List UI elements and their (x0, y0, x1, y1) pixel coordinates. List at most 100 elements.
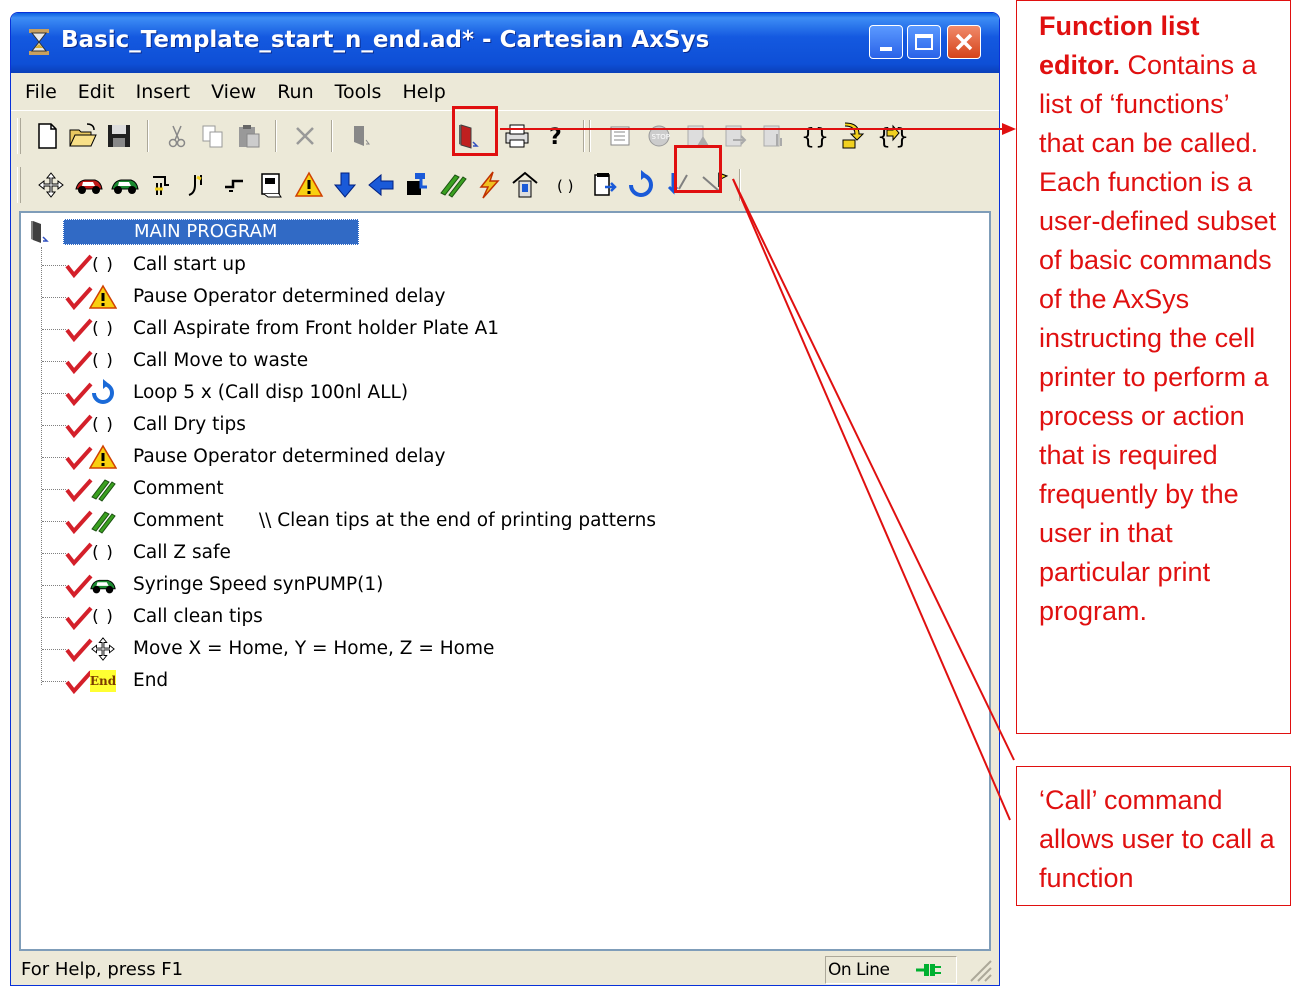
save-button[interactable] (103, 120, 135, 152)
main-program-label[interactable]: MAIN PROGRAM (63, 219, 359, 245)
toolbar-grip[interactable] (17, 118, 21, 154)
call-command-highlight (674, 145, 722, 193)
loop-icon (629, 170, 653, 197)
toolbar-separator (583, 120, 585, 152)
braces-button[interactable]: {} (797, 120, 829, 152)
annotation-body: ‘Call’ command allows user to call a fun… (1039, 785, 1275, 893)
cut-button[interactable] (161, 120, 193, 152)
tree-connector (42, 585, 66, 586)
z-move-button[interactable] (219, 169, 251, 201)
tree-item-label: Pause Operator determined delay (133, 286, 446, 307)
menu-run[interactable]: Run (277, 81, 313, 103)
help-question-icon: ? (549, 125, 562, 150)
menu-help[interactable]: Help (402, 81, 445, 103)
print-button[interactable] (501, 120, 533, 152)
tree-connector (42, 297, 66, 298)
list-step-icon (610, 126, 630, 146)
tree-connector (42, 617, 66, 618)
menu-file[interactable]: File (25, 81, 57, 103)
home-button[interactable] (509, 169, 541, 201)
tree-connector (42, 265, 66, 266)
step-list-button[interactable] (605, 120, 637, 152)
tree-item[interactable]: ( ) Call Dry tips (21, 409, 961, 441)
paste-clipboard-icon (239, 125, 260, 148)
down-button[interactable] (329, 169, 361, 201)
standard-toolbar: ? STOP {} {} (11, 106, 999, 160)
dispense-button[interactable] (183, 169, 215, 201)
aspirate-icon (153, 176, 169, 195)
toolbar-separator (331, 120, 333, 152)
goto-button[interactable] (589, 169, 621, 201)
tree-item[interactable]: Pause Operator determined delay (21, 281, 961, 313)
toolbar-grip[interactable] (17, 167, 21, 203)
aspirate-button[interactable] (145, 169, 177, 201)
home-robot-icon (512, 171, 538, 198)
scissors-icon (168, 125, 186, 148)
menu-insert[interactable]: Insert (136, 81, 191, 103)
menu-tools[interactable]: Tools (335, 81, 382, 103)
tree-item[interactable]: Loop 5 x (Call disp 100nl ALL) (21, 377, 961, 409)
tree-item-label: Comment \\ Clean tips at the end of prin… (133, 510, 657, 531)
paste-button[interactable] (233, 120, 265, 152)
run-all-button[interactable] (757, 120, 789, 152)
braces-arrow-icon: {} (877, 124, 909, 150)
comment-slashes-icon (440, 174, 467, 198)
stop-button[interactable]: STOP (643, 120, 675, 152)
move-command-button[interactable] (35, 169, 67, 201)
comment-button[interactable] (437, 169, 469, 201)
tree-item[interactable]: ( ) Call Move to waste (21, 345, 961, 377)
run-forward-button[interactable] (719, 120, 751, 152)
svg-text:{: { (877, 125, 891, 150)
tree-connector (42, 489, 66, 490)
menu-view[interactable]: View (211, 81, 256, 103)
tree-item[interactable]: Syringe Speed synPUMP(1) (21, 569, 961, 601)
loop-button[interactable] (625, 169, 657, 201)
program-editor-button[interactable] (345, 120, 377, 152)
plate-button[interactable] (255, 169, 287, 201)
tree-connector (42, 329, 66, 330)
call-command-button[interactable]: ( ) (549, 169, 581, 201)
new-file-button[interactable] (31, 120, 63, 152)
title-bar[interactable]: Basic_Template_start_n_end.ad* - Cartesi… (11, 13, 999, 73)
minimize-button[interactable] (869, 25, 903, 59)
call-function-icon: ( ) (92, 319, 114, 339)
menu-bar: File Edit Insert View Run Tools Help (11, 73, 999, 111)
minimize-icon (880, 47, 892, 51)
tree-item[interactable]: ( ) Call Aspirate from Front holder Plate… (21, 313, 961, 345)
valve-button[interactable] (401, 169, 433, 201)
svg-text:}: } (895, 125, 907, 150)
program-tree[interactable]: MAIN PROGRAM ( ) Call start up Pause Opera… (19, 211, 991, 951)
tree-item[interactable]: End End (21, 665, 961, 697)
left-button[interactable] (365, 169, 397, 201)
resize-grip-icon[interactable] (967, 957, 993, 983)
tree-item[interactable]: Comment (21, 473, 961, 505)
call-function-icon: ( ) (92, 351, 114, 371)
function-list-editor-icon (31, 221, 49, 243)
window-title: Basic_Template_start_n_end.ad* - Cartesi… (61, 27, 710, 53)
trigger-button[interactable] (473, 169, 505, 201)
svg-text:{}: {} (801, 125, 829, 150)
syringe-speed-button[interactable] (109, 169, 141, 201)
menu-edit[interactable]: Edit (78, 81, 115, 103)
step-over-button[interactable] (835, 120, 867, 152)
tree-item[interactable]: Comment \\ Clean tips at the end of prin… (21, 505, 961, 537)
comment-icon (89, 508, 117, 534)
copy-button[interactable] (197, 120, 229, 152)
tree-item[interactable]: Move X = Home, Y = Home, Z = Home (21, 633, 961, 665)
maximize-button[interactable] (907, 25, 941, 59)
delete-button[interactable] (289, 120, 321, 152)
tree-item[interactable]: Pause Operator determined delay (21, 441, 961, 473)
toolbar-separator (739, 169, 741, 201)
warning-pause-icon (89, 444, 117, 470)
speed-command-button[interactable] (73, 169, 105, 201)
tree-item[interactable]: ( ) Call Z safe (21, 537, 961, 569)
tree-item[interactable]: ( ) Call clean tips (21, 601, 961, 633)
step-into-button[interactable]: {} (875, 120, 909, 152)
printer-icon (505, 124, 529, 148)
close-button[interactable] (947, 25, 981, 59)
tree-item[interactable]: ( ) Call start up (21, 249, 961, 281)
tree-item-label: Call start up (133, 254, 246, 275)
pause-button[interactable] (293, 169, 325, 201)
open-file-button[interactable] (67, 120, 99, 152)
help-context-button[interactable]: ? (539, 120, 571, 152)
